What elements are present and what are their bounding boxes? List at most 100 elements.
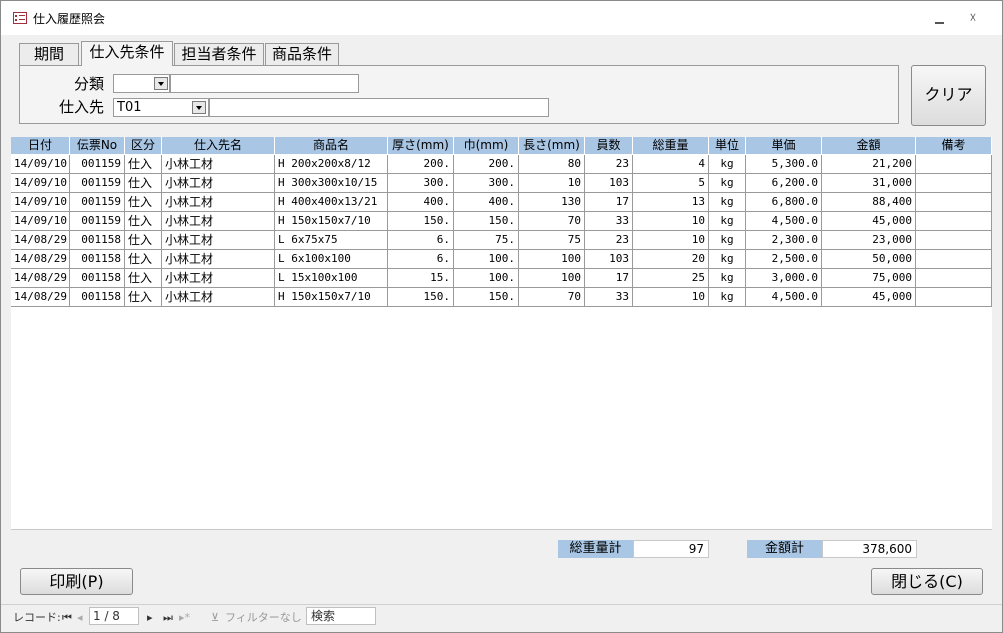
cell-unit[interactable]: kg [709,250,746,269]
cell-slip-no[interactable]: 001158 [70,250,125,269]
first-record-icon[interactable]: ⏮ [62,611,72,625]
column-header-total-weight[interactable]: 総重量 [633,137,709,154]
cell-total-weight[interactable]: 10 [633,212,709,231]
cell-width[interactable]: 150. [454,212,519,231]
cell-supplier-name[interactable]: 小林工材 [162,193,275,212]
cell-quantity[interactable]: 17 [585,193,633,212]
cell-slip-no[interactable]: 001158 [70,269,125,288]
cell-unit[interactable]: kg [709,174,746,193]
cell-date[interactable]: 14/08/29 [11,250,70,269]
cell-supplier-name[interactable]: 小林工材 [162,231,275,250]
table-row[interactable]: 14/08/29 001158 仕入 小林工材 L 6x75x75 6. 75. 75 23 10… [11,231,992,250]
cell-unit-price[interactable]: 5,300.0 [746,155,822,174]
cell-amount[interactable]: 50,000 [822,250,916,269]
cell-product-name[interactable]: H 300x300x10/15 [275,174,388,193]
cell-quantity[interactable]: 33 [585,212,633,231]
cell-remarks[interactable] [916,155,992,174]
cell-remarks[interactable] [916,212,992,231]
column-header-unit[interactable]: 単位 [709,137,746,154]
supplier-name-field[interactable] [209,98,549,117]
column-header-slip-no[interactable]: 伝票No [70,137,125,154]
cell-product-name[interactable]: H 200x200x8/12 [275,155,388,174]
cell-total-weight[interactable]: 4 [633,155,709,174]
cell-remarks[interactable] [916,231,992,250]
cell-type[interactable]: 仕入 [125,155,162,174]
cell-thickness[interactable]: 200. [388,155,454,174]
cell-amount[interactable]: 45,000 [822,212,916,231]
cell-quantity[interactable]: 33 [585,288,633,307]
column-header-width[interactable]: 巾(mm) [454,137,519,154]
cell-unit-price[interactable]: 3,000.0 [746,269,822,288]
cell-unit-price[interactable]: 2,300.0 [746,231,822,250]
cell-type[interactable]: 仕入 [125,193,162,212]
tab-supplier-conditions[interactable]: 仕入先条件 [81,41,173,66]
cell-remarks[interactable] [916,193,992,212]
table-row[interactable]: 14/08/29 001158 仕入 小林工材 H 150x150x7/10 150. 15… [11,288,992,307]
cell-type[interactable]: 仕入 [125,250,162,269]
cell-total-weight[interactable]: 25 [633,269,709,288]
cell-slip-no[interactable]: 001159 [70,212,125,231]
cell-type[interactable]: 仕入 [125,288,162,307]
cell-width[interactable]: 100. [454,269,519,288]
cell-product-name[interactable]: H 150x150x7/10 [275,212,388,231]
cell-slip-no[interactable]: 001159 [70,155,125,174]
table-row[interactable]: 14/09/10 001159 仕入 小林工材 H 400x400x13/21 400. 4… [11,193,992,212]
current-record-field[interactable]: 1 / 8 [89,607,139,625]
cell-date[interactable]: 14/08/29 [11,231,70,250]
table-row[interactable]: 14/09/10 001159 仕入 小林工材 H 150x150x7/10 150. 15… [11,212,992,231]
cell-unit[interactable]: kg [709,212,746,231]
cell-unit-price[interactable]: 6,200.0 [746,174,822,193]
cell-unit[interactable]: kg [709,288,746,307]
cell-length[interactable]: 70 [519,212,585,231]
cell-unit[interactable]: kg [709,193,746,212]
cell-thickness[interactable]: 300. [388,174,454,193]
close-icon[interactable]: ☓ [963,11,983,27]
cell-type[interactable]: 仕入 [125,212,162,231]
cell-quantity[interactable]: 17 [585,269,633,288]
chevron-down-icon[interactable] [154,77,168,90]
cell-thickness[interactable]: 400. [388,193,454,212]
cell-type[interactable]: 仕入 [125,231,162,250]
cell-quantity[interactable]: 23 [585,155,633,174]
column-header-type[interactable]: 区分 [125,137,162,154]
cell-amount[interactable]: 21,200 [822,155,916,174]
cell-product-name[interactable]: H 150x150x7/10 [275,288,388,307]
minimize-icon[interactable] [929,11,949,27]
table-row[interactable]: 14/09/10 001159 仕入 小林工材 H 200x200x8/12 200. 20… [11,155,992,174]
cell-date[interactable]: 14/09/10 [11,193,70,212]
chevron-down-icon[interactable] [192,101,206,114]
cell-supplier-name[interactable]: 小林工材 [162,212,275,231]
column-header-date[interactable]: 日付 [11,137,70,154]
column-header-supplier-name[interactable]: 仕入先名 [162,137,275,154]
supplier-combo[interactable]: T01 [113,98,209,117]
tab-period[interactable]: 期間 [19,43,79,65]
cell-thickness[interactable]: 15. [388,269,454,288]
cell-date[interactable]: 14/08/29 [11,288,70,307]
cell-product-name[interactable]: L 6x100x100 [275,250,388,269]
tab-product-conditions[interactable]: 商品条件 [265,43,339,65]
cell-supplier-name[interactable]: 小林工材 [162,155,275,174]
cell-supplier-name[interactable]: 小林工材 [162,250,275,269]
cell-slip-no[interactable]: 001159 [70,193,125,212]
cell-width[interactable]: 100. [454,250,519,269]
column-header-length[interactable]: 長さ(mm) [519,137,585,154]
category-combo[interactable] [113,74,170,93]
cell-width[interactable]: 200. [454,155,519,174]
cell-remarks[interactable] [916,250,992,269]
cell-width[interactable]: 300. [454,174,519,193]
column-header-product-name[interactable]: 商品名 [275,137,388,154]
cell-total-weight[interactable]: 5 [633,174,709,193]
column-header-unit-price[interactable]: 単価 [746,137,822,154]
cell-amount[interactable]: 75,000 [822,269,916,288]
table-row[interactable]: 14/08/29 001158 仕入 小林工材 L 15x100x100 15. 100. 1… [11,269,992,288]
cell-type[interactable]: 仕入 [125,269,162,288]
cell-slip-no[interactable]: 001158 [70,288,125,307]
cell-length[interactable]: 130 [519,193,585,212]
cell-unit[interactable]: kg [709,231,746,250]
cell-slip-no[interactable]: 001158 [70,231,125,250]
cell-unit-price[interactable]: 4,500.0 [746,212,822,231]
cell-supplier-name[interactable]: 小林工材 [162,174,275,193]
last-record-icon[interactable]: ⏭ [163,611,173,625]
cell-length[interactable]: 75 [519,231,585,250]
filter-status[interactable]: フィルターなし [225,611,302,625]
